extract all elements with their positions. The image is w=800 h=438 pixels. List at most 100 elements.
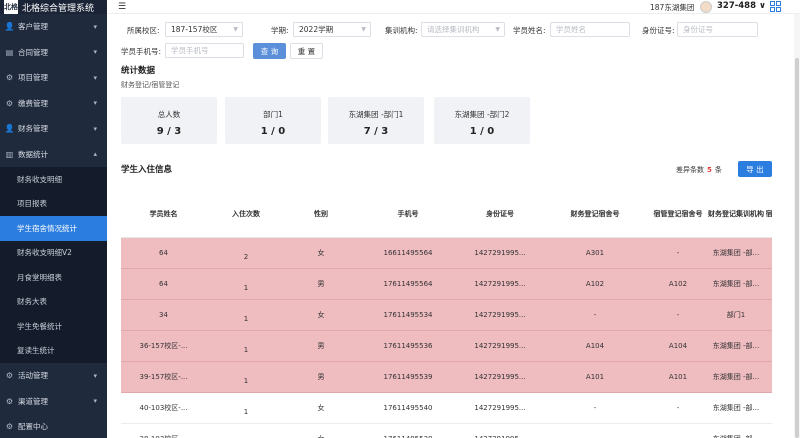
chevron-down-icon: ▾	[93, 73, 97, 82]
table-cell: 17611495538	[356, 424, 460, 438]
sidebar-subitem-finance-table[interactable]: 财务大表	[0, 289, 107, 314]
person-icon: 👤	[4, 22, 15, 32]
table-cell: 17611495564	[383, 280, 433, 288]
table-title: 学生入住信息	[121, 165, 173, 175]
query-button[interactable]: 查 询	[253, 43, 286, 59]
gear-icon: ⚙	[5, 371, 14, 381]
table-cell: -	[676, 311, 680, 319]
table-cell: 1427291995...	[474, 249, 526, 257]
table-cell: 1427291995...	[474, 311, 526, 319]
id-input[interactable]: 身份证号	[677, 22, 758, 37]
chevron-down-icon: ▾	[93, 124, 97, 133]
stats-title: 统计数据	[121, 66, 156, 76]
table-cell: 34	[159, 311, 168, 319]
page-scrollbar[interactable]	[794, 14, 800, 438]
chevron-down-icon: ▾	[93, 397, 97, 406]
apps-grid-icon[interactable]	[770, 1, 781, 12]
sidebar-subitem-finance-detail[interactable]: 财务收支明细	[0, 167, 107, 192]
scrollbar-thumb[interactable]	[795, 58, 799, 438]
table-cell: A102	[585, 280, 605, 288]
table-cell: 男	[317, 373, 325, 381]
table-cell: 1427291995...	[474, 373, 526, 381]
sidebar-item-label: 配置中心	[18, 422, 48, 432]
table-cell: 2	[243, 253, 249, 261]
sidebar-subitem-meal-exempt[interactable]: 学生免餐统计	[0, 314, 107, 339]
topbar: ☰ 187东湖集团 327-488 ∨	[107, 0, 800, 14]
sidebar-item-channels[interactable]: ⚙ 渠道管理 ▾	[0, 389, 107, 415]
stat-card-label: 东湖集团 -部门1	[348, 110, 404, 119]
table-cell	[766, 393, 772, 423]
column-header: 学员姓名	[149, 209, 178, 218]
sidebar-subitem-finance-detail-v2[interactable]: 财务收支明细V2	[0, 240, 107, 265]
user-menu[interactable]: 327-488 ∨	[717, 1, 766, 11]
stat-card-value: 9 / 3	[156, 126, 182, 137]
table-cell: A101	[585, 373, 605, 381]
org-name: 187东湖集团	[650, 3, 695, 12]
table-cell: A102	[668, 280, 688, 288]
avatar[interactable]	[700, 1, 712, 13]
chevron-down-icon: ▾	[93, 22, 97, 31]
sidebar: 北格 北格综合管理系统 👤 客户管理 ▾ ▤ 合同管理 ▾ ⚙ 项目管理 ▾ ⚙…	[0, 0, 107, 438]
sidebar-item-activities[interactable]: ⚙ 活动管理 ▾	[0, 363, 107, 389]
campus-label: 所属校区:	[127, 26, 160, 35]
table-row[interactable]: 36-157校区-... 1 男 17611495536 1427291995... A1…	[121, 331, 772, 362]
reset-button[interactable]: 重 置	[290, 43, 323, 59]
phone-input[interactable]: 学员手机号	[165, 43, 244, 58]
table-cell: A301	[585, 249, 605, 257]
term-value: 2022学期	[299, 25, 334, 34]
table-cell: -	[593, 404, 597, 412]
table-row[interactable]: 38-103校区-...1女176114955381427291995...--…	[121, 424, 772, 438]
chevron-down-icon: ▼	[233, 26, 238, 33]
training-select[interactable]: 请选择集训机构 ▼	[421, 22, 505, 37]
term-select[interactable]: 2022学期 ▼	[293, 22, 371, 37]
contract-icon: ▤	[5, 47, 14, 57]
menu-toggle-icon[interactable]: ☰	[118, 2, 126, 12]
table-cell: 64	[159, 249, 168, 257]
logo-icon: 北格	[4, 0, 18, 14]
table-row[interactable]: 39-157校区-... 1 男 17611495539 1427291995... A1…	[121, 362, 772, 393]
sidebar-subitem-canteen[interactable]: 月食堂明细表	[0, 265, 107, 290]
table-cell: 女	[317, 249, 325, 257]
table-cell: 39-157校区-...	[139, 373, 188, 381]
diff-unit: 条	[714, 166, 722, 174]
sidebar-item-finance[interactable]: 👤 财务管理 ▾	[0, 116, 107, 142]
sidebar-item-label: 财务管理	[18, 124, 48, 134]
stat-card-label: 东湖集团 -部门2	[454, 110, 510, 119]
sidebar-item-contracts[interactable]: ▤ 合同管理 ▾	[0, 40, 107, 66]
sidebar-item-projects[interactable]: ⚙ 项目管理 ▾	[0, 65, 107, 91]
export-button[interactable]: 导 出	[738, 161, 772, 177]
sidebar-subitem-dorm-stats[interactable]: 学生宿舍情况统计	[0, 216, 107, 241]
table-row[interactable]: 64 2 女 16611495564 1427291995... A301 - 东湖集团 -部…	[121, 238, 772, 269]
campus-select[interactable]: 187-157校区 ▼	[165, 22, 243, 37]
table-cell: 女	[317, 404, 325, 412]
table-cell: 东湖集团 -部...	[706, 424, 766, 438]
table-cell: 1	[243, 377, 249, 385]
sidebar-item-label: 缴费管理	[18, 98, 48, 108]
table-cell: A101	[668, 373, 688, 381]
table-cell: A104	[668, 342, 688, 350]
column-header: 性别	[314, 209, 328, 218]
stat-card-value: 1 / 0	[469, 126, 495, 137]
chevron-down-icon: ▼	[361, 26, 366, 33]
sidebar-item-statistics[interactable]: ▥ 数据统计 ▴	[0, 142, 107, 168]
campus-value: 187-157校区	[171, 25, 218, 34]
column-header: 宿	[766, 209, 772, 218]
sidebar-subitem-project-report[interactable]: 项目报表	[0, 191, 107, 216]
column-header: 身份证号	[486, 209, 514, 218]
table-row[interactable]: 40-103校区-... 1 女 17611495540 1427291995... - -…	[121, 393, 772, 424]
table-row[interactable]: 64 1 男 17611495564 1427291995... A102 A102 东湖集团…	[121, 269, 772, 300]
sidebar-subitem-repeat-students[interactable]: 复读生统计	[0, 338, 107, 363]
name-input[interactable]: 学员姓名	[550, 22, 630, 37]
gear-icon: ⚙	[5, 422, 14, 432]
table-cell: 1	[243, 346, 249, 354]
sidebar-item-payments[interactable]: ⚙ 缴费管理 ▾	[0, 91, 107, 117]
table-cell: -	[650, 424, 706, 438]
table-cell	[766, 331, 772, 361]
sidebar-item-config[interactable]: ⚙ 配置中心	[0, 414, 107, 438]
table-cell: 女	[317, 311, 325, 319]
table-cell: 男	[317, 342, 325, 350]
sidebar-item-customers[interactable]: 👤 客户管理 ▾	[0, 14, 107, 40]
stat-card-label: 部门1	[263, 110, 283, 119]
stat-card-value: 1 / 0	[260, 126, 286, 137]
table-row[interactable]: 34 1 女 17611495534 1427291995... - - 部门1	[121, 300, 772, 331]
